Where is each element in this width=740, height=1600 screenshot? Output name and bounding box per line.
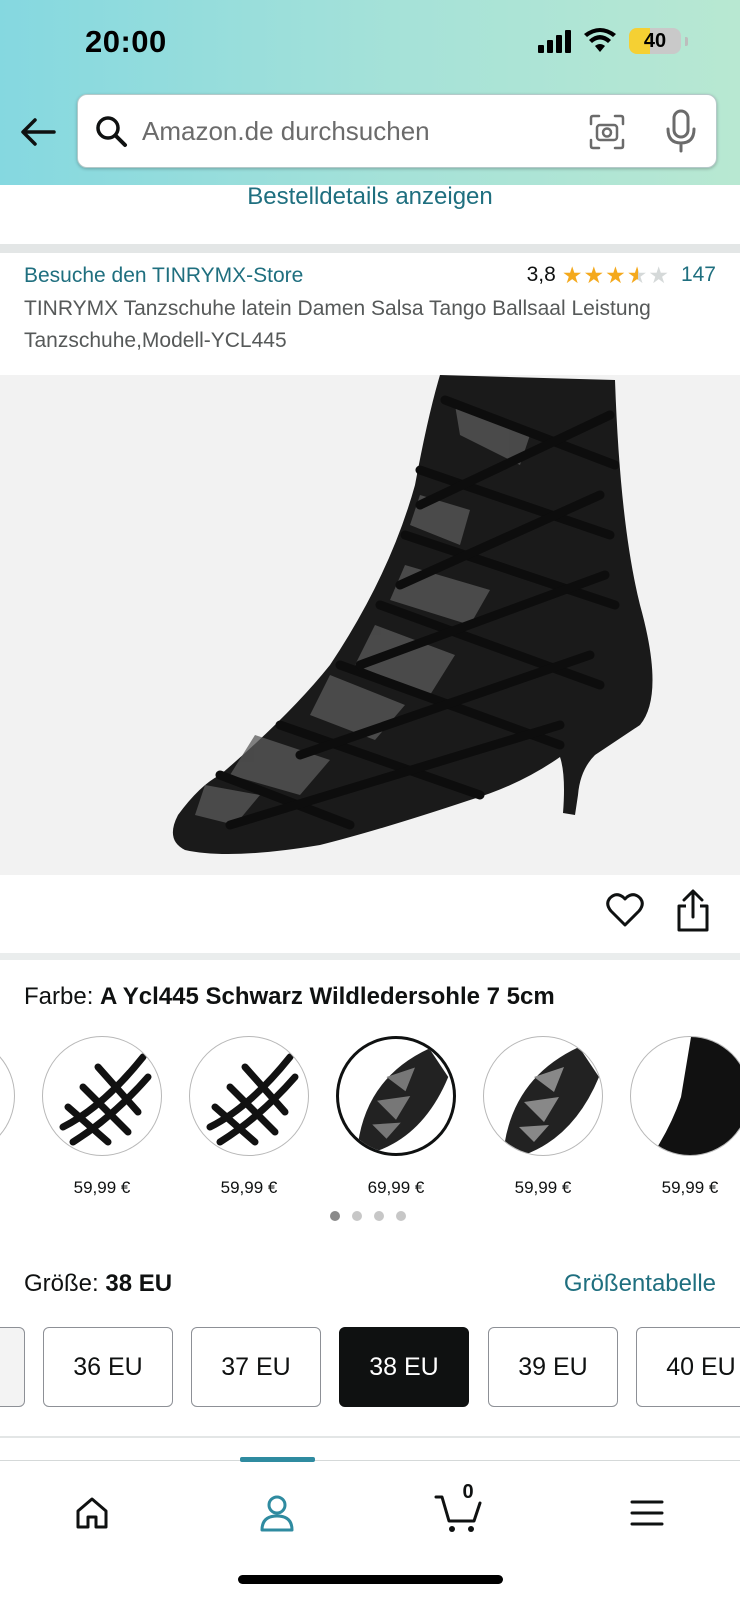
color-value: A Ycl445 Schwarz Wildledersohle 7 5cm	[100, 983, 555, 1010]
color-label-prefix: Farbe:	[24, 983, 94, 1010]
nav-account[interactable]	[247, 1483, 307, 1543]
size-option-selected[interactable]: 38 EU	[339, 1327, 469, 1407]
color-swatch[interactable]: 59,99 €	[184, 1036, 314, 1196]
size-option-partial[interactable]	[0, 1327, 25, 1407]
swatch-image	[630, 1036, 740, 1156]
back-arrow-icon	[21, 118, 56, 146]
product-actions	[0, 875, 740, 955]
nav-home[interactable]	[62, 1483, 122, 1543]
size-option[interactable]: 39 EU	[488, 1327, 618, 1407]
carousel-dot[interactable]	[352, 1211, 362, 1221]
swatch-price: 59,99 €	[661, 1178, 719, 1196]
size-option[interactable]: 37 EU	[191, 1327, 321, 1407]
star-empty-icon: ★	[648, 262, 669, 288]
color-swatch-selected[interactable]: 69,99 €	[331, 1036, 461, 1196]
size-option[interactable]: 36 EU	[43, 1327, 173, 1407]
carousel-dot[interactable]	[330, 1211, 340, 1221]
size-chart-link[interactable]: Größentabelle	[564, 1270, 716, 1298]
rating-value: 3,8	[526, 263, 556, 286]
status-icons: 40	[538, 28, 688, 54]
person-icon	[260, 1495, 294, 1532]
section-divider	[0, 244, 740, 253]
rating-stars: ★ ★ ★ ★ ★	[562, 263, 669, 287]
carousel-dot[interactable]	[396, 1211, 406, 1221]
share-button[interactable]	[675, 889, 715, 933]
rating-summary[interactable]: 3,8 ★ ★ ★ ★ ★ 147	[527, 263, 716, 287]
search-input[interactable]	[142, 115, 562, 147]
swatch-price: 69,99 €	[367, 1178, 425, 1196]
size-label-prefix: Größe:	[24, 1270, 99, 1297]
search-bar[interactable]	[77, 94, 717, 168]
home-icon	[76, 1497, 108, 1529]
store-link[interactable]: Besuche den TINRYMX-Store	[24, 264, 303, 288]
search-icon	[96, 116, 127, 147]
swatch-image	[0, 1036, 15, 1156]
star-icon: ★	[605, 262, 626, 288]
swatch-image	[483, 1036, 603, 1156]
color-swatch-row[interactable]: 59,99 € 59,99 € 69,99 € 59,99 € 59,99 €	[0, 1036, 740, 1196]
cart-count: 0	[462, 1481, 474, 1503]
nav-cart[interactable]: 0	[430, 1481, 490, 1543]
status-time: 20:00	[85, 24, 167, 59]
swatch-image	[189, 1036, 309, 1156]
swatch-price: 59,99 €	[514, 1178, 572, 1196]
color-swatch[interactable]: 59,99 €	[37, 1036, 167, 1196]
size-value: 38 EU	[105, 1270, 173, 1297]
star-half-icon: ★	[626, 262, 648, 288]
star-icon: ★	[583, 262, 605, 288]
swatch-price: 59,99 €	[73, 1178, 131, 1196]
color-swatch-partial[interactable]	[0, 1036, 20, 1156]
color-swatch[interactable]: 59,99 €	[625, 1036, 740, 1196]
size-option[interactable]: 40 EU	[636, 1327, 740, 1407]
color-label: Farbe: A Ycl445 Schwarz Wildledersohle 7…	[24, 983, 555, 1011]
microphone-icon[interactable]	[664, 109, 698, 153]
section-divider	[0, 1436, 740, 1438]
swatch-image	[336, 1036, 456, 1156]
battery-level-text: 40	[643, 30, 667, 52]
color-swatch[interactable]: 59,99 €	[478, 1036, 608, 1196]
app-header: 20:00 40	[0, 0, 740, 185]
swatch-image	[42, 1036, 162, 1156]
heart-icon	[606, 893, 644, 927]
section-divider	[0, 953, 740, 960]
size-options-row[interactable]: 36 EU 37 EU 38 EU 39 EU 40 EU	[0, 1327, 740, 1409]
home-indicator	[238, 1575, 503, 1584]
shoe-image	[172, 375, 653, 854]
share-icon	[677, 889, 709, 932]
rating-count[interactable]: 147	[681, 263, 716, 287]
menu-icon	[630, 1500, 664, 1526]
carousel-dot[interactable]	[374, 1211, 384, 1221]
star-icon: ★	[561, 262, 583, 288]
carousel-dots[interactable]	[330, 1211, 406, 1221]
battery-icon: 40	[629, 28, 681, 54]
active-tab-indicator	[240, 1457, 315, 1462]
camera-search-icon[interactable]	[588, 113, 626, 151]
back-button[interactable]	[18, 112, 58, 152]
wishlist-button[interactable]	[605, 891, 645, 931]
nav-menu[interactable]	[617, 1483, 677, 1543]
size-label: Größe: 38 EU	[24, 1270, 172, 1298]
product-title: TINRYMX Tanzschuhe latein Damen Salsa Ta…	[24, 297, 651, 352]
order-details-link[interactable]: Bestelldetails anzeigen	[0, 182, 740, 212]
product-image[interactable]	[0, 375, 740, 1221]
battery-tip	[685, 36, 688, 46]
cellular-signal-icon	[538, 29, 571, 53]
wifi-icon	[584, 28, 616, 52]
swatch-price: 59,99 €	[220, 1178, 278, 1196]
